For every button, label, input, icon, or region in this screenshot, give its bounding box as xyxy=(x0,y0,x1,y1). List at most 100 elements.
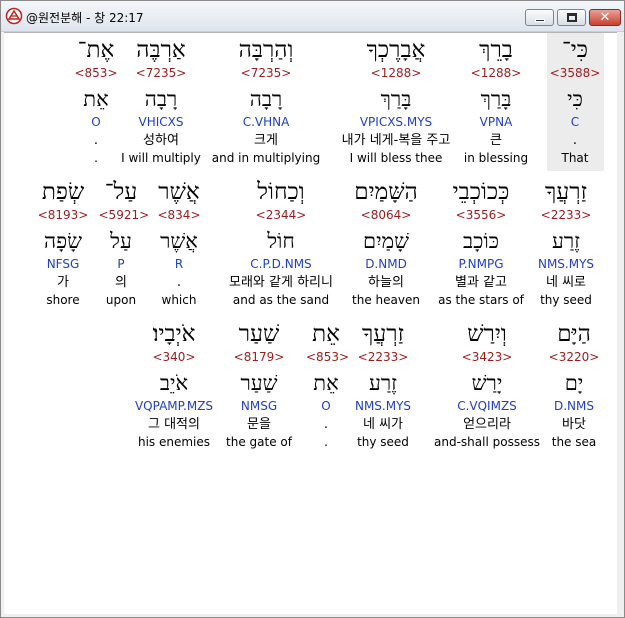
strong-number: <8179> xyxy=(233,350,285,364)
lemma-word: אֵת xyxy=(83,87,109,111)
lemma-word: שָׁמַיִם xyxy=(363,229,409,253)
strong-number: <853> xyxy=(74,66,118,80)
morphology-code: C.VHNA xyxy=(242,115,290,129)
morphology-code: C xyxy=(570,115,580,129)
word-cell[interactable]: אַרְבֶּה <7235> רָבָה VHICXS 성하여 I will multi… xyxy=(111,33,211,171)
english-gloss: shore xyxy=(46,293,80,307)
hebrew-word: שְׂפַת xyxy=(41,179,85,205)
word-cell[interactable]: אֹיְבָיו׃ <340> אֹיֵב VQPAMP.MZS 그 대적의 his en… xyxy=(124,317,224,455)
word-cell[interactable]: וְהַרְבָּה <7235> רָבָה C.VHNA 크게 and in mult… xyxy=(211,33,321,171)
word-cell[interactable]: כְּכוֹכְבֵי <3556> כּוֹכָב P.NMPG 별과 같고 as th… xyxy=(431,175,531,313)
hebrew-word: וְיִרַשׁ xyxy=(467,321,507,347)
minimize-icon xyxy=(535,19,545,22)
english-gloss: I will bless thee xyxy=(349,151,443,165)
word-cell[interactable]: הַיָּם <3220> יָם D.NMS 바닷 the sea xyxy=(544,317,604,455)
strong-number: <7235> xyxy=(240,66,292,80)
morphology-code: VPICXS.MYS xyxy=(359,115,433,129)
morphology-code: D.NMS xyxy=(553,399,594,413)
word-cell[interactable]: שְׂפַת <8193> שָׂפָה NFSG 가 shore xyxy=(36,175,91,313)
strong-number: <8193> xyxy=(37,208,89,222)
word-cell[interactable]: כִּי־ <3588> כִּי C. That xyxy=(546,33,604,171)
app-logo-icon xyxy=(5,7,23,25)
lemma-word: רָבָה xyxy=(249,87,283,111)
word-cell[interactable]: הַשָּׁמַיִם <8064> שָׁמַיִם D.NMD 하늘의 the hea… xyxy=(336,175,436,313)
korean-gloss: 바닷 xyxy=(562,417,586,432)
window-title: @원전분해 - 창 22:17 xyxy=(26,11,144,25)
lemma-word: זֶרַע xyxy=(368,371,398,395)
english-gloss: and in multiplying xyxy=(211,151,321,165)
korean-gloss: . xyxy=(93,133,99,148)
hebrew-word: וְהַרְבָּה xyxy=(238,37,294,63)
maximize-icon xyxy=(567,13,577,22)
lemma-word: בָּרַךְ xyxy=(380,87,412,111)
english-gloss: . xyxy=(94,151,98,165)
english-gloss: the gate of xyxy=(226,435,292,449)
english-gloss: and-shall possess xyxy=(434,435,540,449)
english-gloss: upon xyxy=(105,293,137,307)
morphology-code: VQPAMP.MZS xyxy=(134,399,214,413)
morphology-code: R xyxy=(174,257,184,271)
hebrew-word: כְּכוֹכְבֵי xyxy=(452,179,510,205)
close-button[interactable]: ✕ xyxy=(589,9,621,26)
lemma-word: שָׂפָה xyxy=(44,229,82,253)
lemma-word: חוֹל xyxy=(267,229,295,253)
lemma-word: אֹיֵב xyxy=(159,371,189,395)
english-gloss: the heaven xyxy=(352,293,420,307)
lemma-word: יָרַשׁ xyxy=(471,371,503,395)
korean-gloss: 내가 네게-복을 주고 xyxy=(341,133,451,148)
hebrew-word: שַׁעַר xyxy=(238,321,280,347)
morphology-code: VHICXS xyxy=(138,115,184,129)
korean-gloss: 가 xyxy=(57,275,69,290)
strong-number: <3220> xyxy=(548,350,600,364)
korean-gloss: 크게 xyxy=(254,133,278,148)
english-gloss: which xyxy=(161,293,197,307)
hebrew-word: אֶת־ xyxy=(77,37,115,63)
word-cell[interactable]: אֶת־ <853> אֵת O.. xyxy=(66,33,126,171)
hebrew-word: אַרְבֶּה xyxy=(136,37,186,63)
lemma-word: זֶרַע xyxy=(551,229,581,253)
korean-gloss: 네 씨가 xyxy=(362,417,403,432)
morphology-code: O xyxy=(91,115,101,129)
hebrew-word: זַרְעֲךָ xyxy=(361,321,405,347)
strong-number: <853> xyxy=(306,350,350,364)
word-cell[interactable]: וְיִרַשׁ <3423> יָרַשׁ C.VQIMZS 얻으리라 and-shal… xyxy=(432,317,542,455)
lemma-word: כִּי xyxy=(567,87,583,111)
title-bar[interactable]: @원전분해 - 창 22:17 ✕ xyxy=(1,1,624,32)
lemma-word: שַׁעַר xyxy=(240,371,278,395)
interlinear-panel: כִּי־ <3588> כִּי C. That בָרֵךְ <1288> בָּרַךְ… xyxy=(4,32,617,614)
english-gloss: the sea xyxy=(551,435,597,449)
english-gloss: I will multiply xyxy=(121,151,201,165)
morphology-code: C.P.D.NMS xyxy=(250,257,312,271)
morphology-code: NMS.MYS xyxy=(354,399,412,413)
english-gloss: thy seed xyxy=(540,293,592,307)
word-cell[interactable]: וְכַחוֹל <2344> חוֹל C.P.D.NMS 모래와 같게 하리니 and… xyxy=(216,175,346,313)
english-gloss: thy seed xyxy=(357,435,409,449)
hebrew-word: אֹיְבָיו׃ xyxy=(152,321,196,347)
hebrew-word: אֲבָרֶכְךָ xyxy=(366,37,426,63)
word-cell[interactable]: זַרְעֲךָ <2233> זֶרַע NMS.MYS 네 씨가 thy seed xyxy=(343,317,423,455)
word-cell[interactable]: זַרְעֲךָ <2233> זֶרַע NMS.MYS 네 씨로 thy seed xyxy=(526,175,606,313)
minimize-button[interactable] xyxy=(525,9,554,26)
word-cell[interactable]: שַׁעַר <8179> שַׁעַר NMSG 문을 the gate of xyxy=(212,317,307,455)
korean-gloss: . xyxy=(176,275,182,290)
window-frame-right xyxy=(617,32,624,614)
strong-number: <5921> xyxy=(98,208,150,222)
korean-gloss: 그 대적의 xyxy=(148,417,200,432)
app-window: @원전분해 - 창 22:17 ✕ כִּי־ <3588> כִּי C. That ב… xyxy=(0,0,625,618)
korean-gloss: . xyxy=(323,417,329,432)
korean-gloss: 얻으리라 xyxy=(463,417,511,432)
word-cell[interactable]: עַל־ <5921> עַל P 의 upon xyxy=(98,175,150,313)
morphology-code: D.NMD xyxy=(365,257,407,271)
strong-number: <3423> xyxy=(461,350,513,364)
word-cell[interactable]: אֲבָרֶכְךָ <1288> בָּרַךְ VPICXS.MYS 내가 네게-복… xyxy=(326,33,466,171)
word-cell[interactable]: אֲשֶׁר <834> אֲשֶׁר R. which xyxy=(149,175,209,313)
morphology-code: NFSG xyxy=(46,257,80,271)
korean-gloss: 문을 xyxy=(247,417,271,432)
word-cell[interactable]: אֵת <853> אֵת O.. xyxy=(306,317,350,455)
maximize-button[interactable] xyxy=(557,9,586,26)
lemma-word: כּוֹכָב xyxy=(462,229,500,253)
strong-number: <2344> xyxy=(255,208,307,222)
strong-number: <2233> xyxy=(540,208,592,222)
morphology-code: P xyxy=(117,257,125,271)
korean-gloss: 네 씨로 xyxy=(545,275,586,290)
